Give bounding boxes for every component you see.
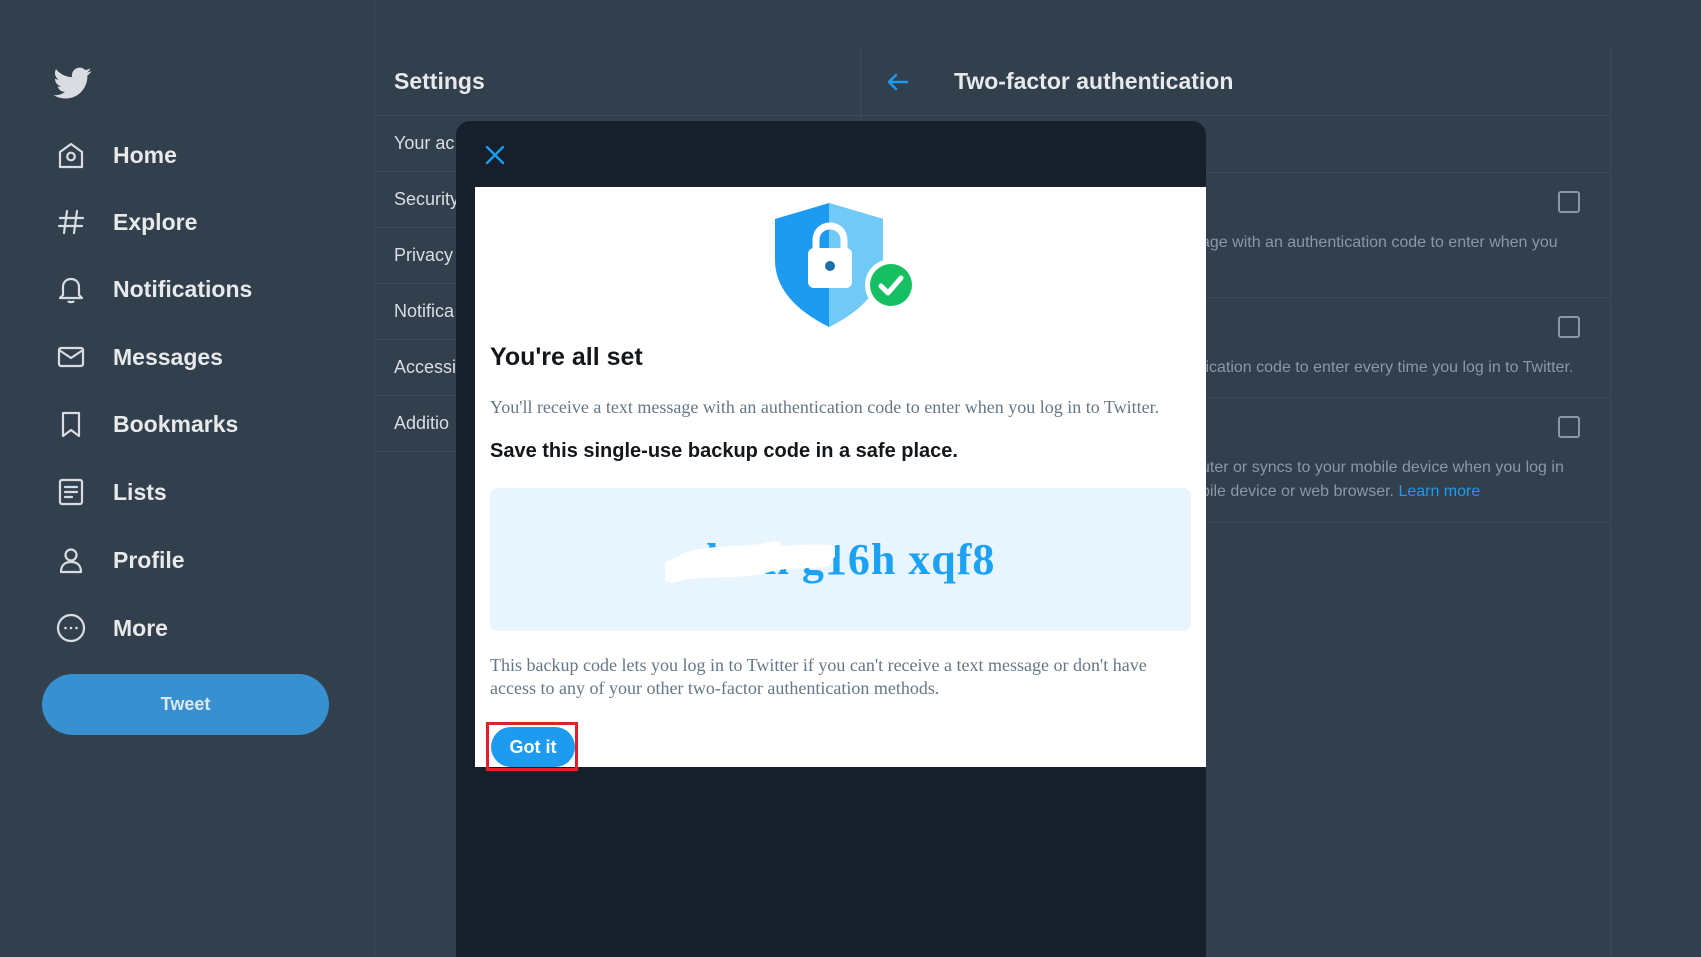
save-code-heading: Save this single-use backup code in a sa… xyxy=(490,440,958,462)
backup-code-modal: You're all set You'll receive a text mes… xyxy=(456,121,1206,957)
modal-content: You're all set You'll receive a text mes… xyxy=(475,187,1206,771)
tweet-button[interactable]: Tweet xyxy=(42,674,329,735)
close-icon[interactable] xyxy=(483,143,507,167)
security-key-desc-2: pile device or web browser. xyxy=(1201,483,1394,500)
text-message-desc: age with an authentication code to enter… xyxy=(1201,234,1558,251)
bell-icon xyxy=(55,273,87,305)
two-factor-header: Two-factor authentication xyxy=(861,48,1610,116)
nav-lists-label: Lists xyxy=(113,478,167,505)
security-key-desc: uter or syncs to your mobile device when… xyxy=(1201,459,1564,476)
nav-more[interactable]: More xyxy=(55,608,168,648)
text-message-checkbox[interactable] xyxy=(1558,191,1580,213)
shield-check-icon xyxy=(775,203,917,327)
nav-notifications-label: Notifications xyxy=(113,275,253,302)
nav-messages[interactable]: Messages xyxy=(55,337,223,377)
home-icon xyxy=(55,139,87,171)
twitter-logo-icon[interactable] xyxy=(54,64,92,102)
nav-explore-label: Explore xyxy=(113,208,198,235)
backup-code-note: This backup code lets you log in to Twit… xyxy=(490,655,1147,698)
nav-home[interactable]: Home xyxy=(55,135,177,175)
nav-bookmarks-label: Bookmarks xyxy=(113,410,239,437)
got-it-button[interactable]: Got it xyxy=(491,727,575,767)
back-arrow-icon[interactable] xyxy=(885,69,911,95)
nav-notifications[interactable]: Notifications xyxy=(55,269,252,309)
nav-home-label: Home xyxy=(113,141,177,168)
backup-code-box: zkwn g16h xqf8 xyxy=(490,488,1191,631)
nav-lists[interactable]: Lists xyxy=(55,472,167,512)
two-factor-title: Two-factor authentication xyxy=(954,68,1234,94)
nav-bookmarks[interactable]: Bookmarks xyxy=(55,404,238,444)
security-key-desc-line2: pile device or web browser. Learn more xyxy=(1201,480,1580,504)
hashtag-icon xyxy=(55,206,87,238)
learn-more-link[interactable]: Learn more xyxy=(1398,483,1480,500)
bookmark-icon xyxy=(55,408,87,440)
modal-subtitle: You'll receive a text message with an au… xyxy=(490,397,1160,417)
list-icon xyxy=(55,476,87,508)
auth-app-checkbox[interactable] xyxy=(1558,316,1580,338)
security-key-checkbox[interactable] xyxy=(1558,416,1580,438)
nav-messages-label: Messages xyxy=(113,343,223,370)
nav-more-label: More xyxy=(113,614,168,641)
backup-code: zkwn g16h xqf8 xyxy=(685,535,996,584)
envelope-icon xyxy=(55,341,87,373)
settings-title: Settings xyxy=(375,48,860,116)
more-icon xyxy=(55,612,87,644)
nav-profile[interactable]: Profile xyxy=(55,540,185,580)
nav-explore[interactable]: Explore xyxy=(55,202,197,242)
redaction-scribble xyxy=(665,541,835,583)
modal-title: You're all set xyxy=(490,343,643,371)
auth-app-desc: fication code to enter every time you lo… xyxy=(1201,359,1574,376)
person-icon xyxy=(55,544,87,576)
nav-profile-label: Profile xyxy=(113,546,185,573)
left-sidebar: Home Explore Notifications Messages Book… xyxy=(0,0,375,957)
